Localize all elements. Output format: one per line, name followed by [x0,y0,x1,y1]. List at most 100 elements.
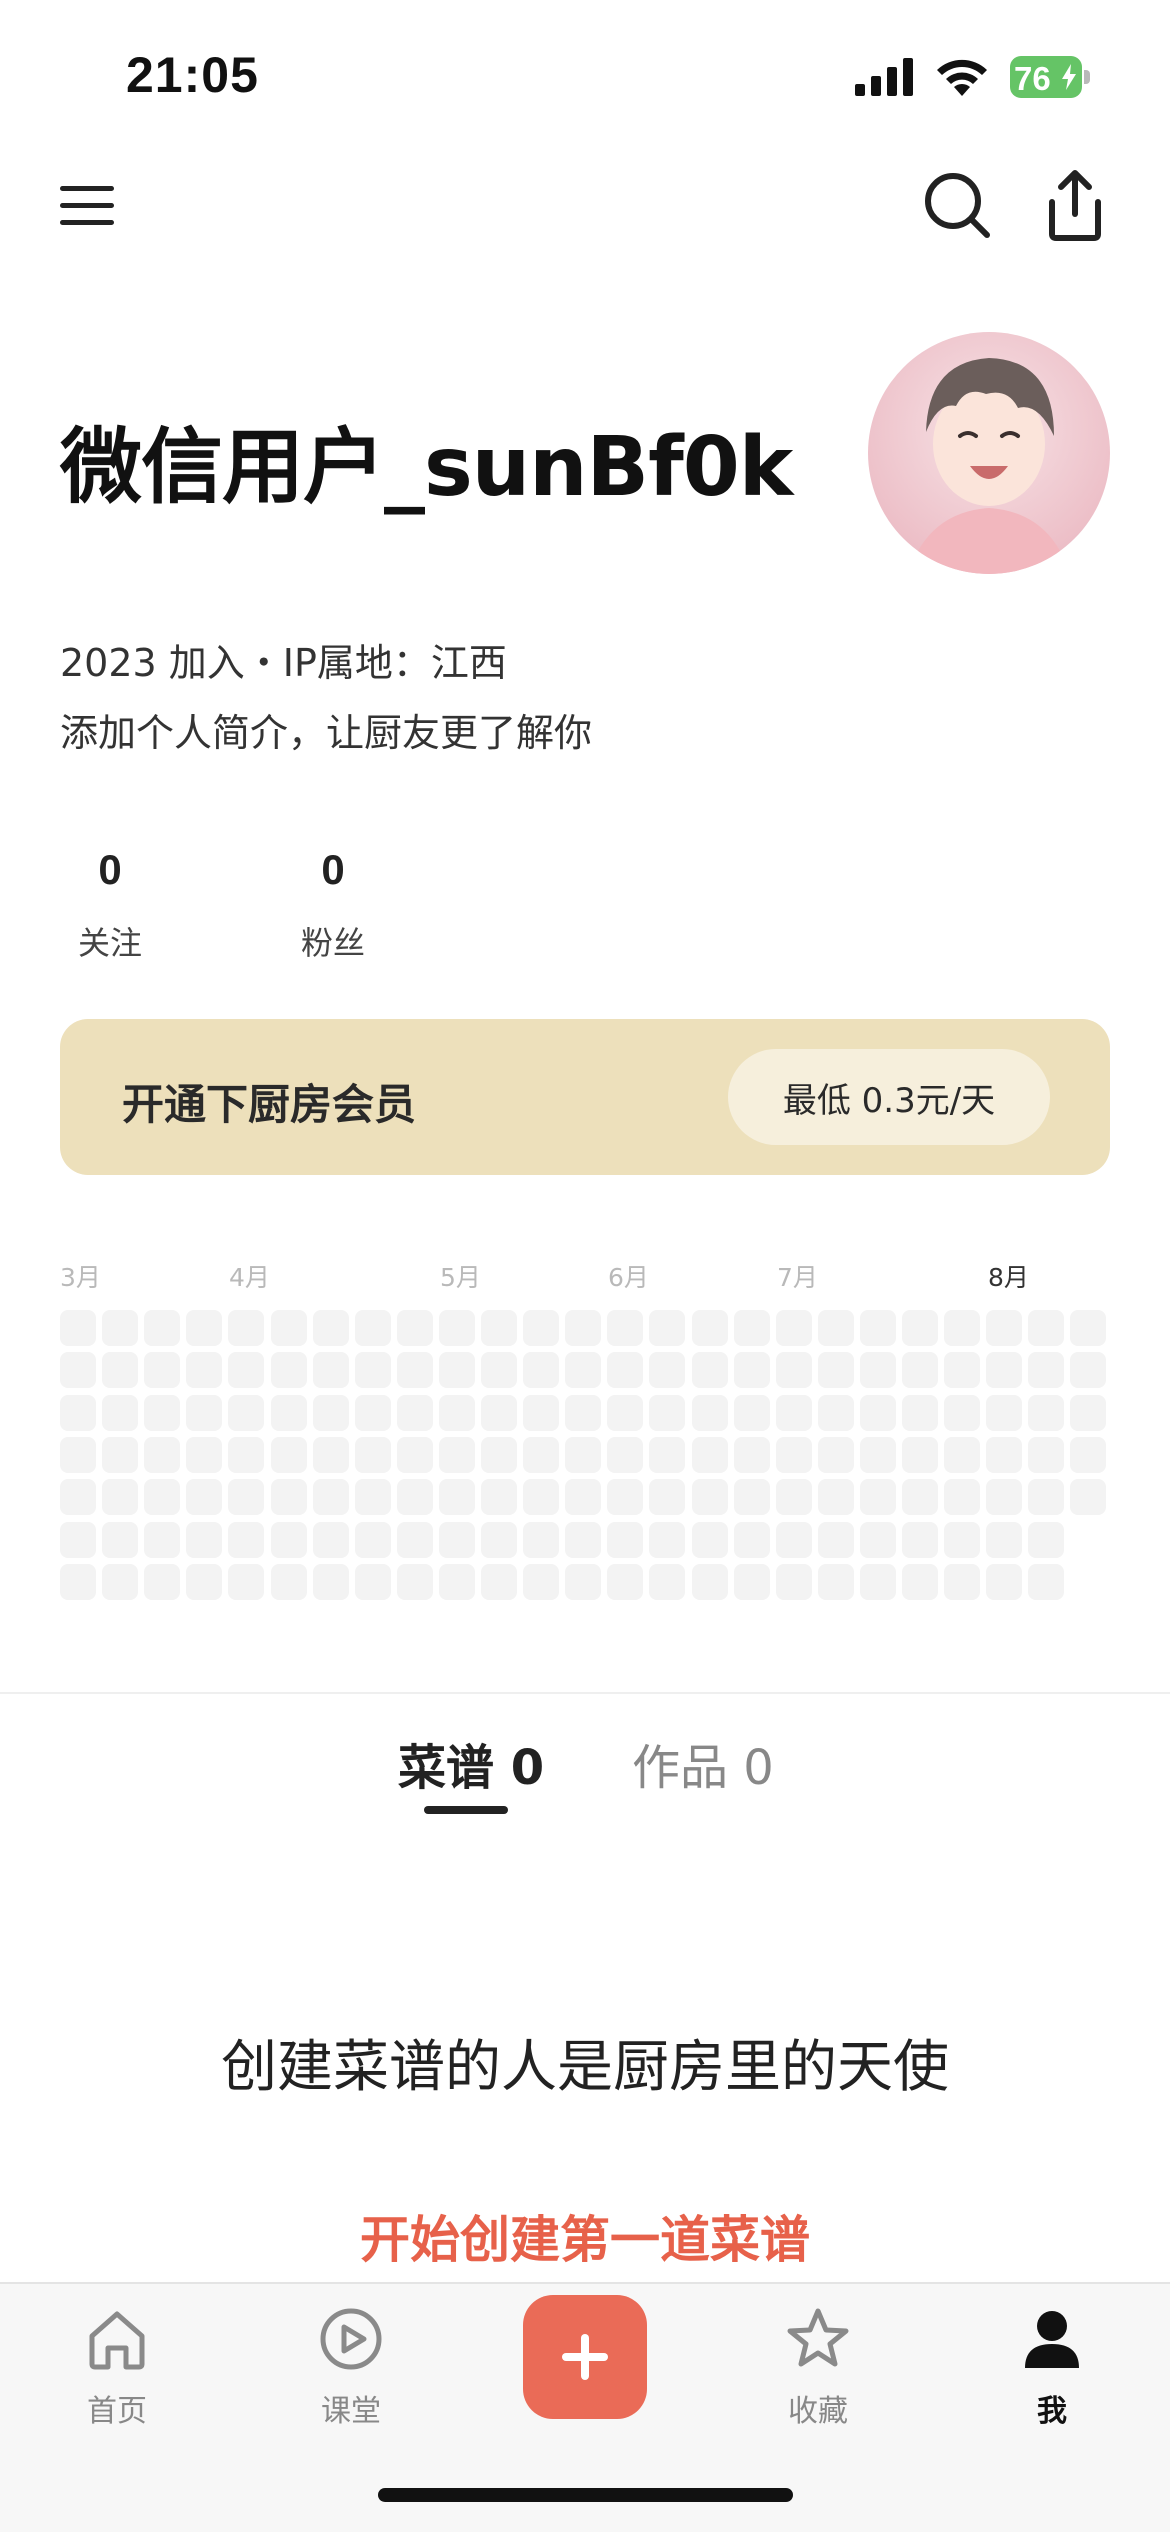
activity-cell [186,1437,222,1473]
star-icon [787,2308,849,2367]
activity-heatmap [60,1310,1110,1610]
home-icon [89,2311,145,2370]
activity-cell [186,1479,222,1515]
nav-class[interactable]: 课堂 [281,2304,421,2430]
activity-cell [523,1395,559,1431]
activity-cell [649,1310,685,1346]
profile-meta: 2023 加入・IP属地：江西 [60,641,507,685]
activity-cell [228,1522,264,1558]
vip-price-button[interactable]: 最低 0.3元/天 [728,1049,1050,1145]
activity-cell [397,1352,433,1388]
activity-cell [313,1522,349,1558]
bio-placeholder[interactable]: 添加个人简介，让厨友更了解你 [60,702,592,757]
activity-cell [523,1479,559,1515]
vip-banner[interactable]: 开通下厨房会员 最低 0.3元/天 [60,1019,1110,1175]
search-icon[interactable] [922,170,992,240]
activity-cell [60,1352,96,1388]
activity-cell [186,1564,222,1600]
activity-cell [186,1352,222,1388]
activity-cell [144,1564,180,1600]
activity-cell [986,1437,1022,1473]
cellular-signal-icon [855,58,913,96]
activity-cell [439,1564,475,1600]
create-recipe-link[interactable]: 开始创建第一道菜谱 [0,2200,1170,2272]
activity-cell [144,1437,180,1473]
share-icon[interactable] [1042,168,1108,242]
activity-cell [60,1522,96,1558]
activity-cell [271,1479,307,1515]
activity-cell [986,1310,1022,1346]
activity-cell [860,1522,896,1558]
activity-cell [481,1395,517,1431]
nav-home-label: 首页 [87,2394,147,2429]
activity-cell [565,1352,601,1388]
activity-cell [144,1310,180,1346]
activity-cell [607,1522,643,1558]
activity-cell [649,1564,685,1600]
activity-cell [607,1437,643,1473]
activity-cell [986,1522,1022,1558]
activity-cell [397,1437,433,1473]
activity-cell [102,1479,138,1515]
activity-cell [228,1395,264,1431]
nav-me[interactable]: 我 [982,2304,1122,2430]
menu-icon[interactable] [58,176,118,236]
activity-cell [734,1437,770,1473]
tab-recipes[interactable]: 菜谱 0 [398,1728,544,1798]
activity-cell [102,1395,138,1431]
following-stat[interactable]: 0 关注 [40,846,180,964]
activity-cell [986,1564,1022,1600]
person-icon [1025,2311,1079,2368]
activity-cell [228,1564,264,1600]
activity-cell [860,1310,896,1346]
status-bar: 21:05 76 [0,0,1170,150]
activity-cell [944,1564,980,1600]
activity-cell [60,1395,96,1431]
nav-favorites[interactable]: 收藏 [748,2304,888,2430]
activity-cell [102,1522,138,1558]
activity-cell [860,1437,896,1473]
activity-cell [565,1479,601,1515]
activity-cell [397,1395,433,1431]
activity-cell [144,1522,180,1558]
activity-cell [860,1352,896,1388]
activity-cell [565,1437,601,1473]
activity-cell [607,1479,643,1515]
activity-cell [649,1522,685,1558]
month-label: 4月 [229,1263,270,1292]
tab-works[interactable]: 作品 0 [632,1728,774,1798]
activity-cell [776,1437,812,1473]
activity-cell [439,1479,475,1515]
activity-cell [944,1395,980,1431]
activity-cell [776,1479,812,1515]
activity-cell [439,1437,475,1473]
activity-cell [649,1479,685,1515]
activity-cell [144,1395,180,1431]
month-label: 5月 [440,1263,481,1292]
activity-cell [818,1310,854,1346]
battery-tip [1084,70,1090,84]
add-button[interactable] [523,2295,647,2419]
activity-cell [607,1564,643,1600]
followers-stat[interactable]: 0 粉丝 [263,846,403,964]
nav-home[interactable]: 首页 [47,2304,187,2430]
activity-cell [271,1310,307,1346]
avatar[interactable] [868,332,1110,574]
status-time: 21:05 [126,47,259,103]
activity-cell [944,1352,980,1388]
activity-cell [355,1437,391,1473]
activity-cell [776,1564,812,1600]
activity-cell [228,1352,264,1388]
activity-cell [734,1479,770,1515]
activity-cell [734,1310,770,1346]
activity-cell [818,1564,854,1600]
activity-cell [397,1310,433,1346]
activity-cell [271,1395,307,1431]
activity-cell [734,1522,770,1558]
activity-cell [397,1564,433,1600]
activity-cell [481,1522,517,1558]
nav-favorites-label: 收藏 [788,2394,848,2429]
followers-count: 0 [321,846,345,893]
activity-cell [692,1352,728,1388]
activity-cell [60,1479,96,1515]
